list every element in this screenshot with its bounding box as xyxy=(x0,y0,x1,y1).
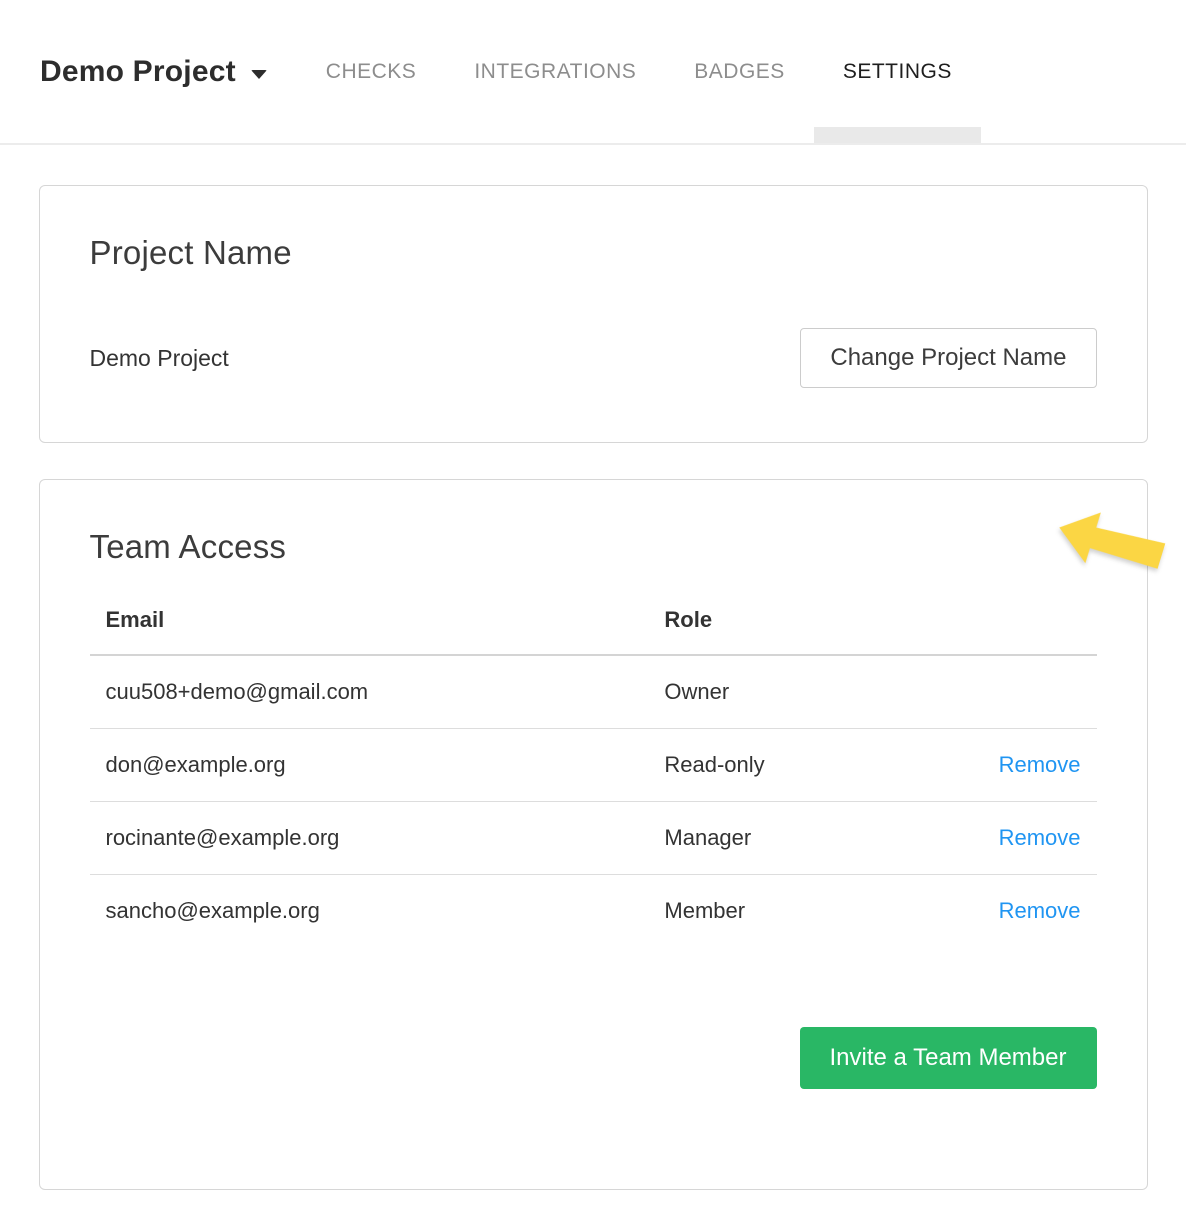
member-email: rocinante@example.org xyxy=(90,802,649,875)
tab-settings[interactable]: SETTINGS xyxy=(814,0,981,143)
table-header-row: Email Role xyxy=(90,586,1097,655)
top-navigation: Demo Project CHECKS INTEGRATIONS BADGES … xyxy=(0,0,1186,145)
member-role: Read-only xyxy=(648,729,960,802)
member-action-cell: Remove xyxy=(961,802,1097,875)
table-row: cuu508+demo@gmail.com Owner xyxy=(90,655,1097,729)
member-role: Owner xyxy=(648,655,960,729)
remove-member-link[interactable]: Remove xyxy=(999,752,1081,777)
remove-member-link[interactable]: Remove xyxy=(999,898,1081,923)
team-members-table: Email Role cuu508+demo@gmail.com Owner d… xyxy=(90,586,1097,947)
remove-member-link[interactable]: Remove xyxy=(999,825,1081,850)
tab-integrations[interactable]: INTEGRATIONS xyxy=(445,0,665,143)
member-role: Manager xyxy=(648,802,960,875)
change-project-name-button[interactable]: Change Project Name xyxy=(800,328,1096,388)
settings-page: Project Name Demo Project Change Project… xyxy=(39,185,1148,1190)
table-row: don@example.org Read-only Remove xyxy=(90,729,1097,802)
project-name-card: Project Name Demo Project Change Project… xyxy=(39,185,1148,443)
tab-checks[interactable]: CHECKS xyxy=(297,0,446,143)
member-action-cell xyxy=(961,655,1097,729)
invite-team-member-button[interactable]: Invite a Team Member xyxy=(800,1027,1097,1089)
table-row: rocinante@example.org Manager Remove xyxy=(90,802,1097,875)
project-switcher[interactable]: Demo Project xyxy=(40,55,267,89)
chevron-down-icon xyxy=(251,70,267,79)
member-email: cuu508+demo@gmail.com xyxy=(90,655,649,729)
project-name-card-title: Project Name xyxy=(90,234,1097,272)
project-switcher-label: Demo Project xyxy=(40,55,236,89)
member-email: don@example.org xyxy=(90,729,649,802)
team-access-card-title: Team Access xyxy=(90,528,1097,566)
table-row: sancho@example.org Member Remove xyxy=(90,875,1097,948)
current-project-name: Demo Project xyxy=(90,345,229,372)
member-action-cell: Remove xyxy=(961,729,1097,802)
nav-tabs: CHECKS INTEGRATIONS BADGES SETTINGS xyxy=(297,0,981,143)
tab-badges[interactable]: BADGES xyxy=(665,0,814,143)
role-column-header: Role xyxy=(648,586,960,655)
team-access-card: Team Access Email Role cuu508+demo@gmail… xyxy=(39,479,1148,1190)
action-column-header xyxy=(961,586,1097,655)
member-action-cell: Remove xyxy=(961,875,1097,948)
member-role: Member xyxy=(648,875,960,948)
member-email: sancho@example.org xyxy=(90,875,649,948)
email-column-header: Email xyxy=(90,586,649,655)
